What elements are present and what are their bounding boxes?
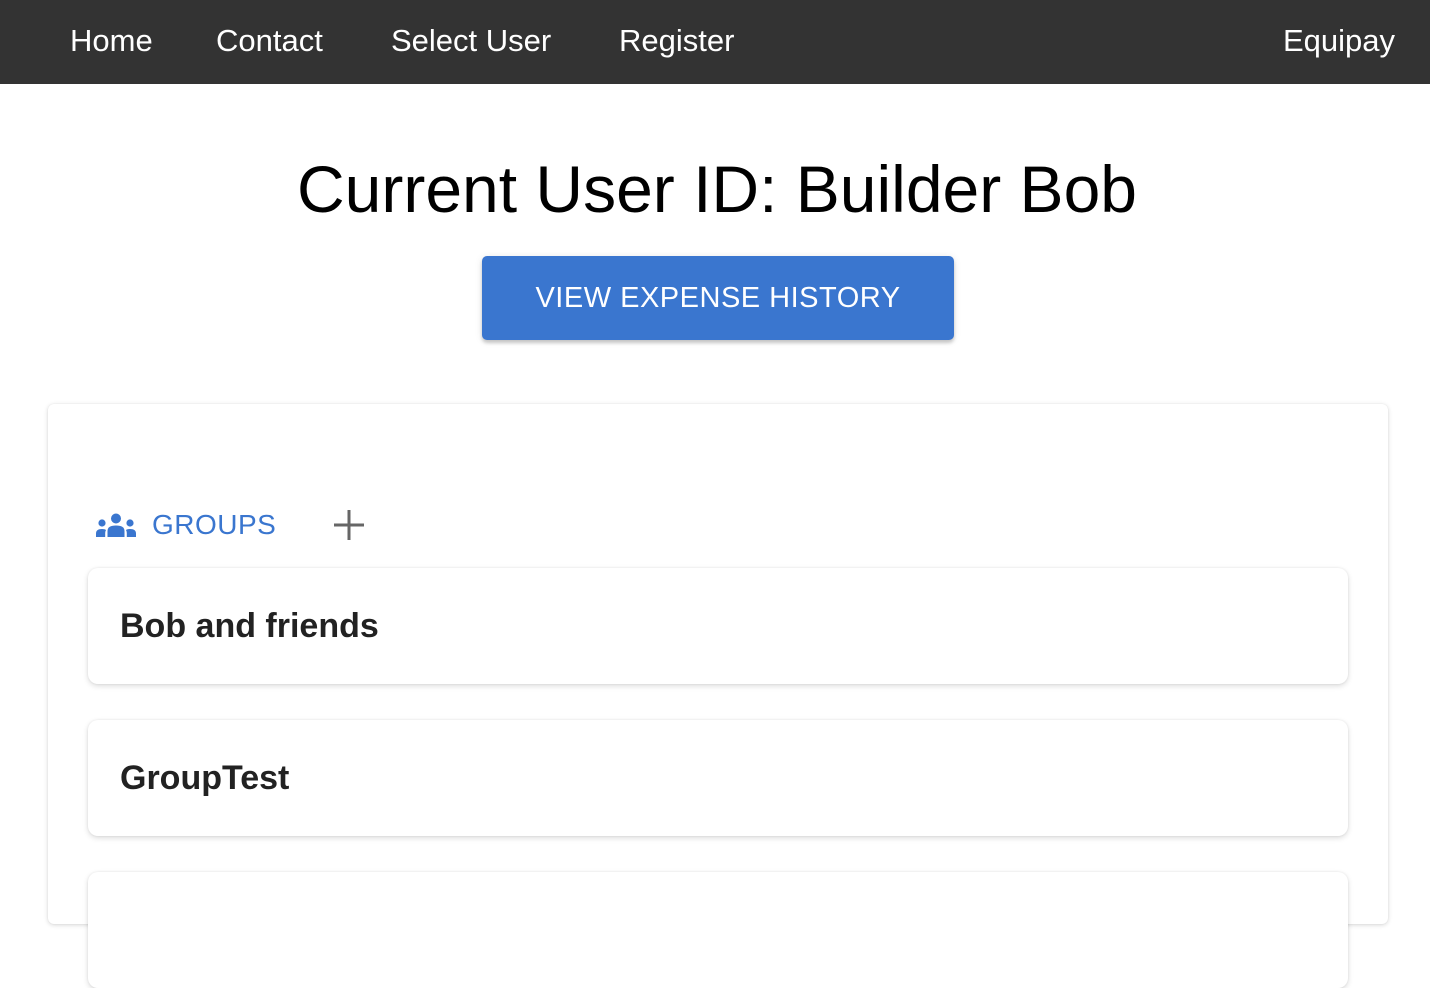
group-card[interactable]	[88, 872, 1348, 988]
top-navbar: Home Contact Select User Register Equipa…	[0, 0, 1430, 84]
group-card[interactable]: GroupTest	[88, 720, 1348, 836]
nav-link-register[interactable]: Register	[619, 22, 734, 60]
page-title: Current User ID: Builder Bob	[297, 152, 1137, 226]
group-card[interactable]: Bob and friends	[88, 568, 1348, 684]
add-group-button[interactable]	[332, 508, 366, 542]
group-name: Bob and friends	[120, 607, 379, 645]
groups-icon	[96, 513, 136, 537]
view-expense-history-button[interactable]: VIEW EXPENSE HISTORY	[482, 256, 954, 340]
tab-groups-label: GROUPS	[152, 509, 277, 540]
plus-icon	[334, 510, 364, 540]
nav-link-home[interactable]: Home	[70, 22, 153, 60]
tab-groups[interactable]: GROUPS	[96, 502, 286, 548]
group-name: GroupTest	[120, 759, 290, 797]
nav-link-select-user[interactable]: Select User	[391, 22, 551, 60]
nav-link-contact[interactable]: Contact	[216, 22, 323, 60]
brand-link[interactable]: Equipay	[1283, 22, 1395, 60]
